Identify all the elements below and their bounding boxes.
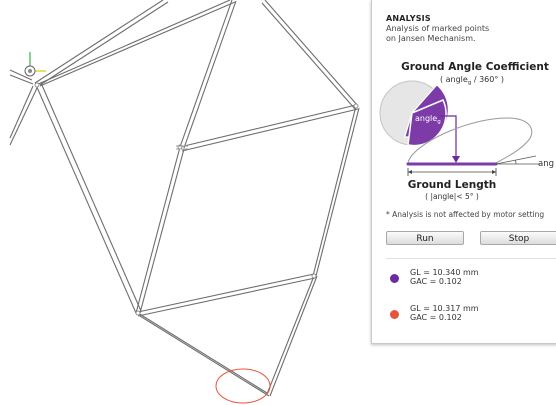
ground-length-value: GL = 10.317 mm [410, 304, 479, 313]
joint-pin[interactable] [353, 103, 359, 109]
stop-button[interactable]: Stop [480, 231, 556, 245]
ground-length-value: GL = 10.340 mm [410, 268, 479, 277]
divider [386, 258, 556, 259]
run-button[interactable]: Run [386, 231, 464, 245]
link-left-edge [9, 85, 38, 146]
gl-heading: Ground Length [408, 179, 496, 191]
link-rocker [135, 0, 360, 314]
link-top-left [34, 0, 169, 86]
arrow-head-icon [452, 156, 460, 163]
result-item: GL = 10.317 mm GAC = 0.102 [386, 302, 556, 326]
analysis-note: * Analysis is not affected by motor sett… [386, 210, 545, 219]
angle-arc [515, 159, 517, 165]
gac-heading: Ground Angle Coefficient [401, 61, 549, 73]
result-color-dot [390, 310, 399, 319]
gac-formula: ( angleg / 360° ) [440, 75, 504, 86]
dim-arrow-icon [492, 170, 496, 174]
triangle-upper [35, 0, 359, 314]
analysis-panel: ANALYSIS Analysis of marked points on Ja… [371, 0, 556, 344]
analysis-diagram: Ground Angle Coefficient ( angleg / 360°… [379, 61, 554, 201]
result-item: GL = 10.340 mm GAC = 0.102 [386, 266, 556, 290]
dim-arrow-icon [408, 170, 412, 174]
ground-length-dimension [407, 168, 497, 176]
origin-axis-gizmo[interactable] [24, 52, 46, 77]
foot-trace-marker[interactable] [215, 368, 271, 404]
joint-pin[interactable] [311, 273, 317, 279]
gac-value: GAC = 0.102 [410, 277, 462, 286]
leg-lower [137, 273, 318, 397]
stage: ANALYSIS Analysis of marked points on Ja… [0, 0, 556, 405]
gac-value: GAC = 0.102 [410, 313, 462, 322]
joint-pin[interactable] [34, 82, 40, 88]
result-color-dot [390, 274, 399, 283]
angle-label: ang [538, 159, 554, 169]
joint-pin[interactable] [135, 310, 141, 316]
gl-condition: ( |angle|< 5° ) [425, 192, 479, 201]
